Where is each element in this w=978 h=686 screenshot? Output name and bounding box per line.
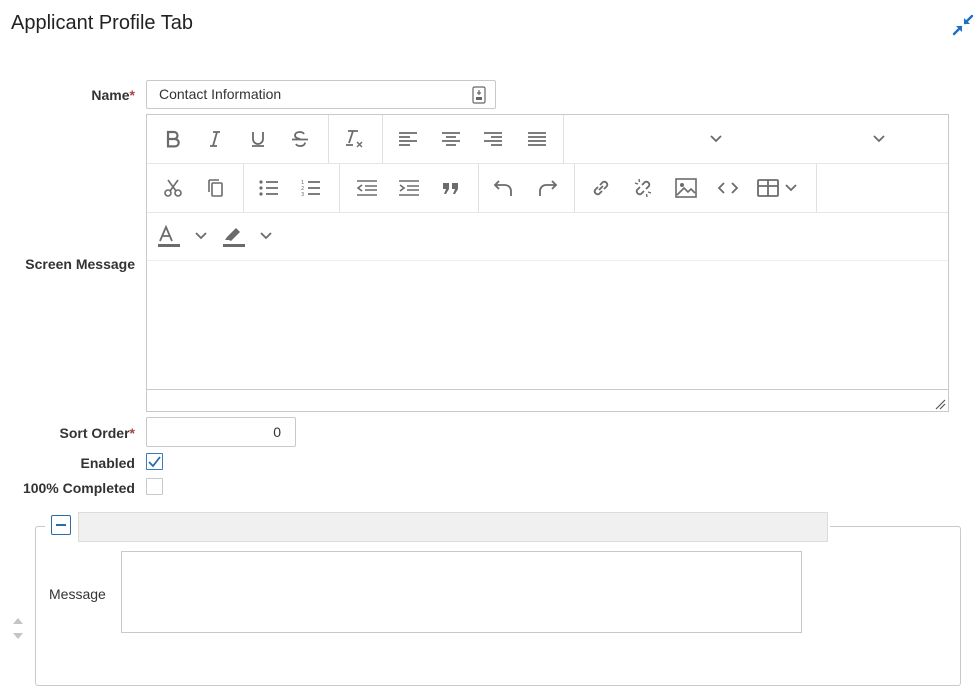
code-icon[interactable] [711,171,745,205]
completed-checkbox[interactable] [146,478,163,495]
strikethrough-icon[interactable] [283,122,317,156]
font-color-icon[interactable] [156,220,214,254]
indent-icon[interactable] [392,171,426,205]
copy-icon[interactable] [198,171,232,205]
translate-icon[interactable] [472,86,486,104]
minus-icon [56,524,66,526]
editor-content-area[interactable] [147,262,948,389]
highlight-color-icon[interactable] [221,220,279,254]
screen-message-editor[interactable]: 123 [146,114,949,412]
subsection-header[interactable] [78,512,828,542]
editor-toolbar-row-3 [147,213,948,261]
chevron-down-icon[interactable] [862,122,896,156]
cut-icon[interactable] [156,171,190,205]
editor-statusbar [147,389,948,411]
enabled-label: Enabled [80,455,135,471]
editor-toolbar-row-2: 123 [147,164,948,213]
align-right-icon[interactable] [476,122,510,156]
editor-toolbar-row-1 [147,115,948,164]
link-icon[interactable] [584,171,618,205]
sort-order-field[interactable]: 0 [146,417,296,447]
name-label: Name* [91,87,135,103]
redo-icon[interactable] [530,171,564,205]
check-icon [148,456,161,468]
undo-icon[interactable] [487,171,521,205]
enabled-checkbox[interactable] [146,453,163,470]
completed-label: 100% Completed [22,480,135,496]
align-justify-icon[interactable] [520,122,554,156]
name-field[interactable]: Contact Information [146,80,496,109]
outdent-icon[interactable] [350,171,384,205]
numbered-list-icon[interactable]: 123 [294,171,328,205]
sort-order-label: Sort Order* [59,425,135,441]
collapse-icon[interactable] [952,14,974,36]
chevron-down-icon[interactable] [699,122,733,156]
bullet-list-icon[interactable] [252,171,286,205]
collapse-section-button[interactable] [51,515,71,535]
reorder-handle-icon[interactable] [11,614,25,644]
image-icon[interactable] [669,171,703,205]
blockquote-icon[interactable] [434,171,468,205]
italic-icon[interactable] [198,122,232,156]
screen-message-label: Screen Message [25,256,135,272]
page-title: Applicant Profile Tab [11,12,193,34]
underline-icon[interactable] [241,122,275,156]
bold-icon[interactable] [156,122,190,156]
svg-text:3: 3 [301,192,304,197]
unlink-icon[interactable] [626,171,660,205]
resize-handle-icon[interactable] [934,397,946,410]
align-center-icon[interactable] [434,122,468,156]
align-left-icon[interactable] [391,122,425,156]
table-icon[interactable] [753,171,807,205]
name-field-value: Contact Information [159,86,282,102]
message-textarea[interactable] [121,551,802,633]
clear-format-icon[interactable] [337,122,371,156]
message-label: Message [49,586,106,602]
